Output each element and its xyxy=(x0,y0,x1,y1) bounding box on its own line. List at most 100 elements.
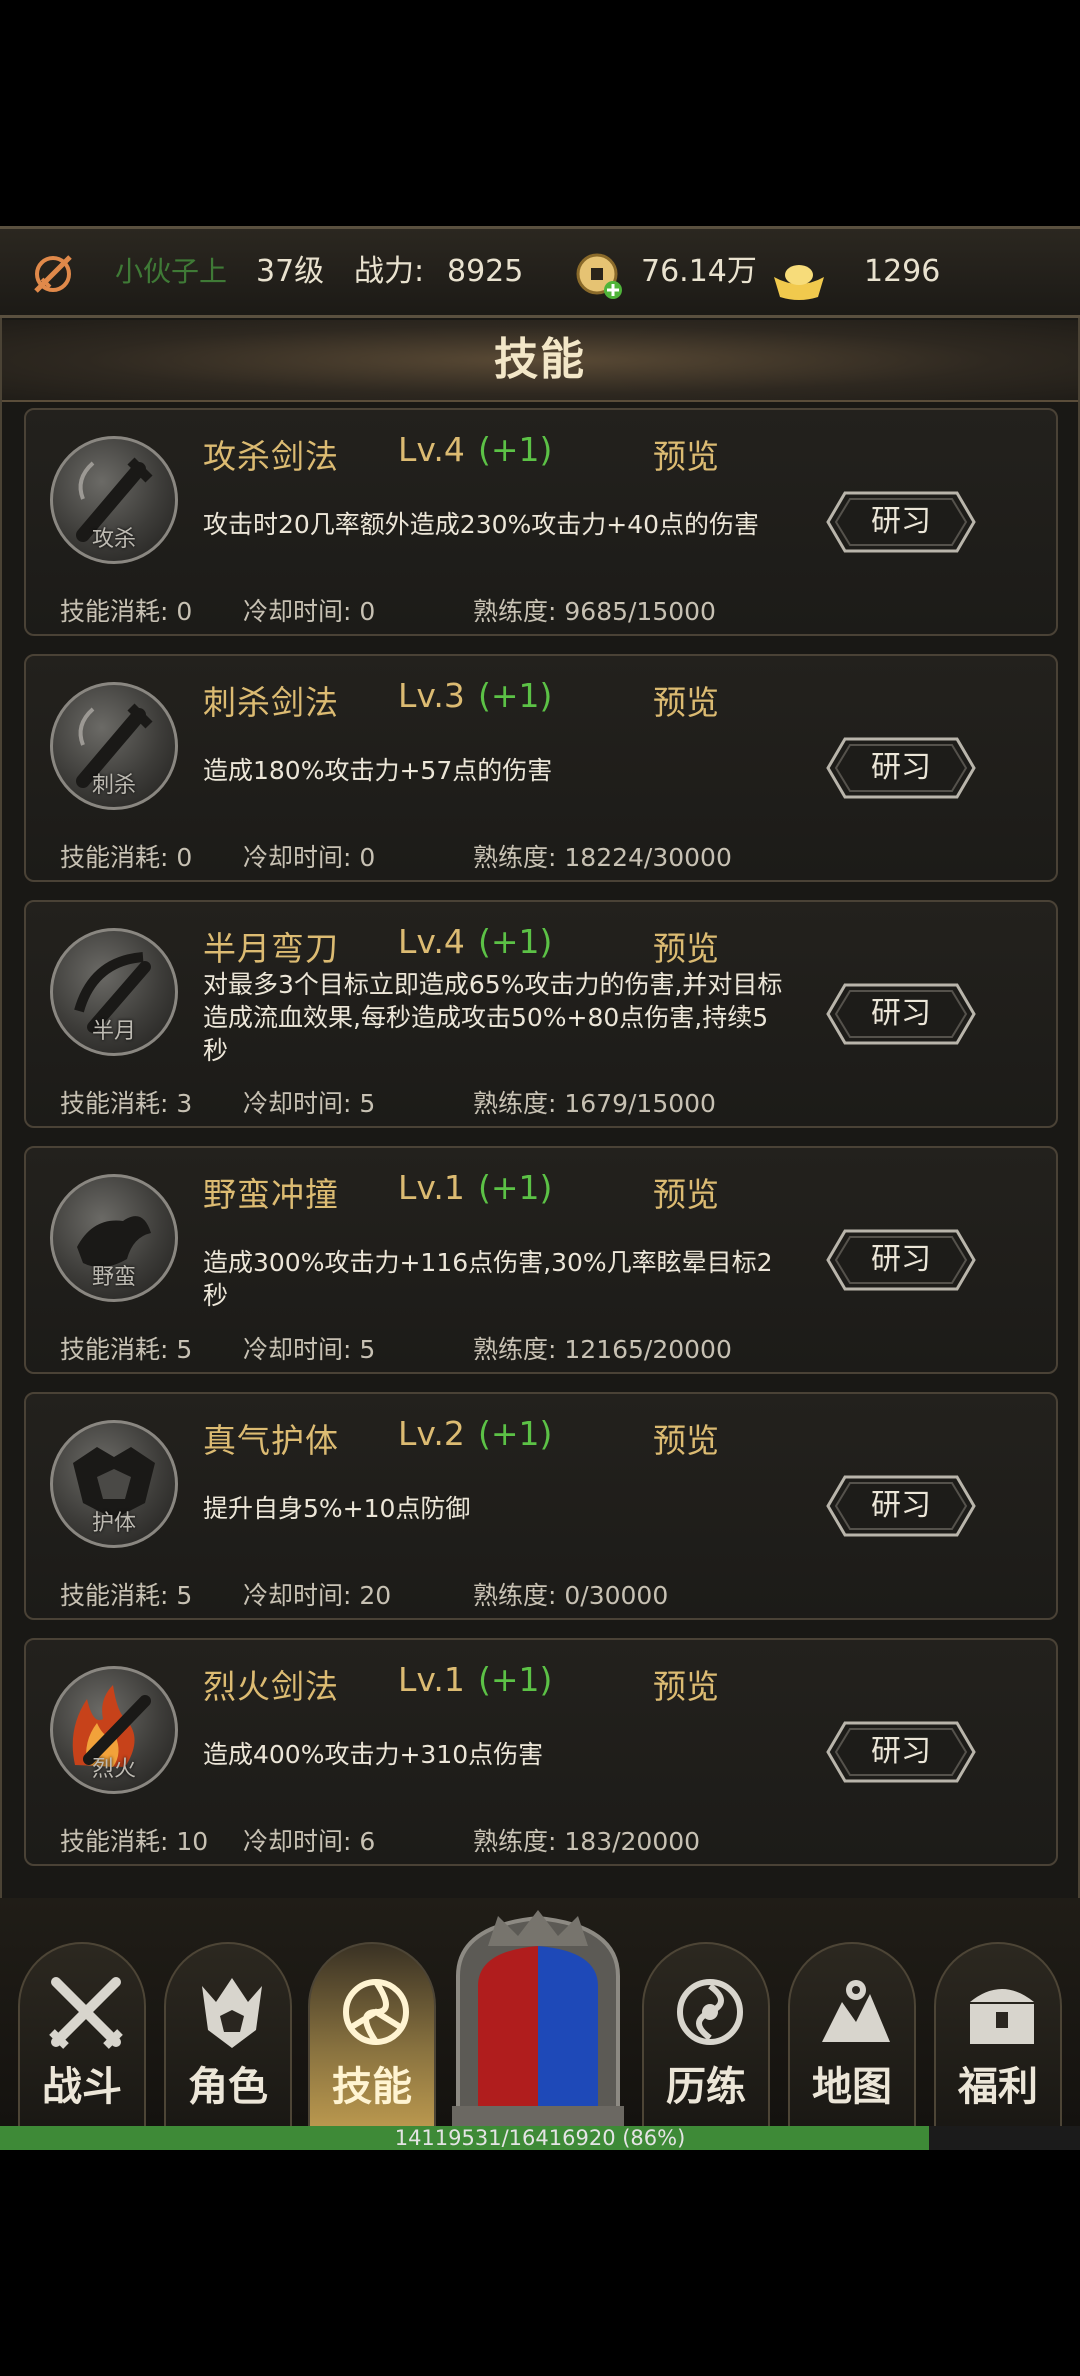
skill-level: Lv.4 xyxy=(398,922,465,961)
nav-tab-3[interactable]: 历练 xyxy=(642,1942,770,2126)
skill-card[interactable]: 护体 真气护体 Lv.2 (+1) 预览提升自身5%+10点防御技能消耗: 5 冷却时间:… xyxy=(24,1392,1058,1620)
skill-icon-label: 野蛮 xyxy=(91,1265,136,1290)
skill-cooldown: 冷却时间: 0 xyxy=(243,838,375,874)
power-label: 战力: xyxy=(354,254,425,289)
research-button[interactable]: 研习 xyxy=(825,490,977,554)
cost-label: 技能消耗: xyxy=(60,1827,169,1856)
cooldown-value: 6 xyxy=(359,1827,376,1856)
skill-level: Lv.1 xyxy=(398,1660,465,1699)
player-name: 小伙子上 xyxy=(115,255,228,288)
research-button-label: 研习 xyxy=(871,1734,931,1769)
skill-list: 攻杀 攻杀剑法 Lv.4 (+1) 预览 攻击时20几率额外造成230%攻击力+40点的伤… xyxy=(24,408,1058,1884)
skill-card[interactable]: 野蛮 野蛮冲撞 Lv.1 (+1) 预览 造成300%攻击力+116点伤害,30%几率眩晕… xyxy=(24,1146,1058,1374)
preview-link[interactable]: 预览 xyxy=(653,922,719,970)
skill-description: 造成400%攻击力+310点伤害 xyxy=(203,1740,544,1769)
skill-proficiency: 熟练度: 18224/30000 xyxy=(473,838,732,874)
nav-tab-label: 技能 xyxy=(332,2064,412,2110)
cooldown-value: 20 xyxy=(359,1581,392,1610)
cooldown-label: 冷却时间: xyxy=(243,1581,352,1610)
xp-text: 14119531/16416920 (86%) xyxy=(394,2126,686,2150)
skill-name: 野蛮冲撞 xyxy=(203,1175,339,1214)
research-button[interactable]: 研习 xyxy=(825,1474,977,1538)
panel-title: 技能 xyxy=(494,334,586,385)
nav-tab-1[interactable]: 角色 xyxy=(164,1942,292,2126)
portal-gate-icon[interactable] xyxy=(438,1906,638,2128)
skill-cost: 技能消耗: 10 xyxy=(60,1822,208,1858)
skill-card[interactable]: 刺杀 刺杀剑法 Lv.3 (+1) 预览 造成180%攻击力+57点的伤害 技能消耗: 0冷… xyxy=(24,654,1058,882)
preview-link[interactable]: 预览 xyxy=(653,1414,719,1462)
research-button-label: 研习 xyxy=(871,996,931,1031)
skill-description: 提升自身5%+10点防御 xyxy=(203,1494,471,1523)
proficiency-label: 熟练度: xyxy=(473,1089,557,1118)
nav-tab-label: 地图 xyxy=(812,2064,892,2110)
status-bar: 小伙子上 37级 战力: 8925 76.14万 1296 xyxy=(0,226,1080,318)
nav-tab-0[interactable]: 战斗 xyxy=(18,1942,146,2126)
sword-icon[interactable]: 刺杀 xyxy=(50,682,178,810)
cost-value: 0 xyxy=(176,597,193,626)
nav-tab-2[interactable]: 技能 xyxy=(308,1942,436,2126)
crescent-blade-icon[interactable]: 半月 xyxy=(50,928,178,1056)
shield-armor-icon[interactable]: 护体 xyxy=(50,1420,178,1548)
skill-level-bonus: (+1) xyxy=(478,1414,553,1453)
cost-value: 0 xyxy=(176,843,193,872)
skill-icon-label: 攻杀 xyxy=(91,527,136,552)
research-button[interactable]: 研习 xyxy=(825,736,977,800)
sword-icon[interactable]: 攻杀 xyxy=(50,436,178,564)
cost-value: 3 xyxy=(176,1089,193,1118)
research-button[interactable]: 研习 xyxy=(825,1228,977,1292)
skill-card[interactable]: 半月 半月弯刀 Lv.4 (+1) 预览 对最多3个目标立即造成65%攻击力的伤害,并对目… xyxy=(24,900,1058,1128)
skill-level-bonus: (+1) xyxy=(478,1168,553,1207)
skill-cooldown: 冷却时间: 5 xyxy=(243,1330,375,1366)
cost-label: 技能消耗: xyxy=(60,1089,169,1118)
skill-cooldown: 冷却时间: 0 xyxy=(243,592,375,628)
xp-bar: 14119531/16416920 (86%) xyxy=(0,2126,1080,2150)
skill-name: 真气护体 xyxy=(203,1421,339,1460)
skill-name: 刺杀剑法 xyxy=(203,683,339,722)
research-button-label: 研习 xyxy=(871,504,931,539)
cooldown-value: 5 xyxy=(359,1335,376,1364)
preview-link[interactable]: 预览 xyxy=(653,430,719,478)
charge-icon[interactable]: 野蛮 xyxy=(50,1174,178,1302)
cost-label: 技能消耗: xyxy=(60,1335,169,1364)
skill-icon-label: 刺杀 xyxy=(91,773,136,798)
cooldown-value: 0 xyxy=(359,843,376,872)
proficiency-label: 熟练度: xyxy=(473,843,557,872)
nav-tab-5[interactable]: 福利 xyxy=(934,1942,1062,2126)
cooldown-value: 0 xyxy=(359,597,376,626)
skill-cooldown: 冷却时间: 20 xyxy=(243,1576,391,1612)
skill-level: Lv.1 xyxy=(398,1168,465,1207)
skill-proficiency: 熟练度: 9685/15000 xyxy=(473,592,716,628)
research-button[interactable]: 研习 xyxy=(825,982,977,1046)
cost-value: 5 xyxy=(176,1335,193,1364)
proficiency-label: 熟练度: xyxy=(473,1581,557,1610)
skill-cost: 技能消耗: 3 xyxy=(60,1084,192,1120)
skill-cost: 技能消耗: 5 xyxy=(60,1576,192,1612)
skill-level-bonus: (+1) xyxy=(478,676,553,715)
skill-card[interactable]: 攻杀 攻杀剑法 Lv.4 (+1) 预览 攻击时20几率额外造成230%攻击力+40点的伤… xyxy=(24,408,1058,636)
cost-label: 技能消耗: xyxy=(60,597,169,626)
skill-level: Lv.2 xyxy=(398,1414,465,1453)
proficiency-value: 1679/15000 xyxy=(564,1089,716,1118)
skill-cooldown: 冷却时间: 6 xyxy=(243,1822,375,1858)
research-button-label: 研习 xyxy=(871,750,931,785)
skill-icon-label: 烈火 xyxy=(91,1757,136,1782)
cost-value: 5 xyxy=(176,1581,193,1610)
skill-proficiency: 熟练度: 183/20000 xyxy=(473,1822,700,1858)
flame-sword-icon[interactable]: 烈火 xyxy=(50,1666,178,1794)
preview-link[interactable]: 预览 xyxy=(653,1660,719,1708)
nav-tab-4[interactable]: 地图 xyxy=(788,1942,916,2126)
skill-level: Lv.3 xyxy=(398,676,465,715)
cost-label: 技能消耗: xyxy=(60,1581,169,1610)
cooldown-value: 5 xyxy=(359,1089,376,1118)
skill-card[interactable]: 烈火 烈火剑法 Lv.1 (+1) 预览造成400%攻击力+310点伤害技能消耗: 10… xyxy=(24,1638,1058,1866)
skill-proficiency: 熟练度: 1679/15000 xyxy=(473,1084,716,1120)
panel-header: 技能 xyxy=(2,320,1078,402)
coin-amount: 76.14万 xyxy=(641,254,757,289)
research-button[interactable]: 研习 xyxy=(825,1720,977,1784)
cooldown-label: 冷却时间: xyxy=(243,597,352,626)
skill-name: 烈火剑法 xyxy=(203,1667,339,1706)
preview-link[interactable]: 预览 xyxy=(653,676,719,724)
skill-level-bonus: (+1) xyxy=(478,1660,553,1699)
skill-level-bonus: (+1) xyxy=(478,430,553,469)
preview-link[interactable]: 预览 xyxy=(653,1168,719,1216)
